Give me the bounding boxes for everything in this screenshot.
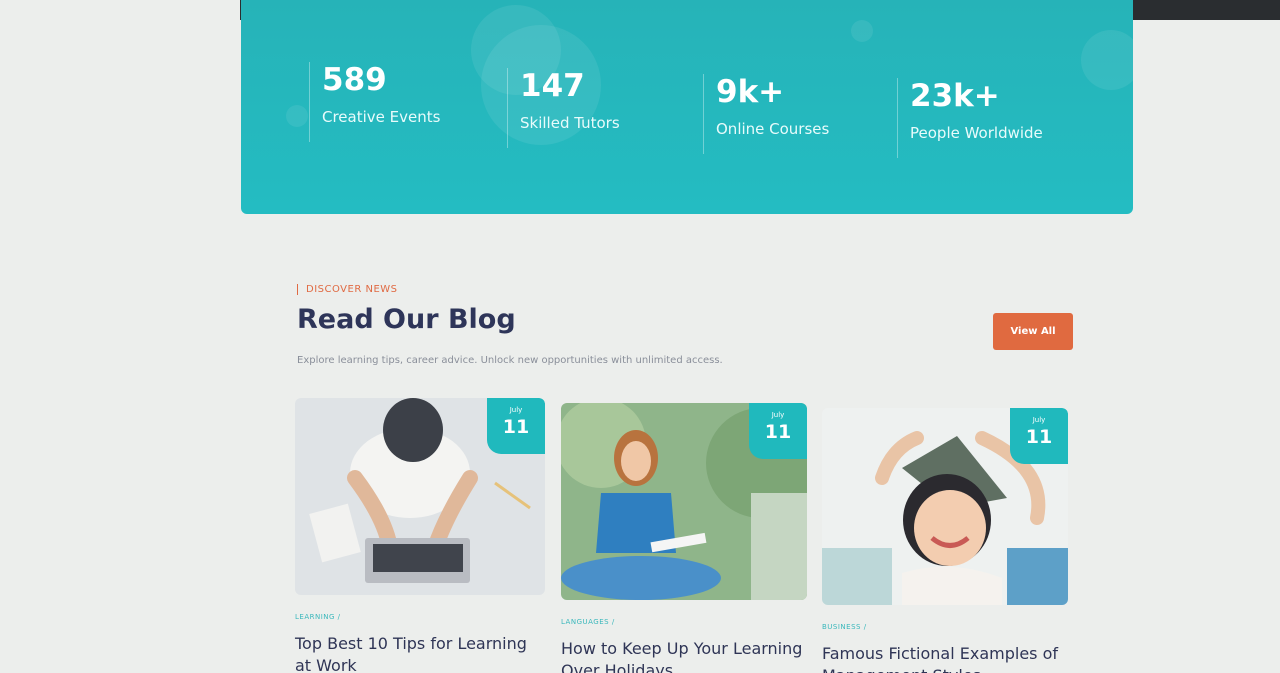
stats-band: 589 Creative Events 147 Skilled Tutors 9…	[241, 0, 1133, 214]
stat-number: 9k+	[716, 74, 785, 110]
blog-card[interactable]: July 11 BUSINESS / Famous Fictional Exam…	[822, 408, 1068, 673]
section-eyebrow: DISCOVER NEWS	[297, 284, 398, 295]
date-month: July	[509, 406, 523, 414]
date-month: July	[771, 411, 785, 419]
post-thumbnail[interactable]: July 11	[295, 398, 545, 595]
stat-label: Online Courses	[716, 120, 830, 138]
post-title[interactable]: How to Keep Up Your Learning Over Holida…	[561, 638, 807, 673]
section-title: Read Our Blog	[297, 304, 516, 335]
date-badge: July 11	[487, 398, 545, 454]
stat-number: 147	[520, 68, 585, 104]
stat-label: People Worldwide	[910, 124, 1043, 142]
date-day: 11	[764, 421, 792, 443]
date-badge: July 11	[1010, 408, 1068, 464]
blog-card[interactable]: July 11 LEARNING / Top Best 10 Tips for …	[295, 398, 545, 673]
view-all-button[interactable]: View All	[993, 313, 1073, 350]
blog-card[interactable]: July 11 LANGUAGES / How to Keep Up Your …	[561, 403, 807, 673]
stat-label: Skilled Tutors	[520, 114, 620, 132]
post-category[interactable]: BUSINESS /	[822, 623, 1068, 631]
post-title[interactable]: Top Best 10 Tips for Learning at Work	[295, 633, 545, 673]
decor-bubble	[851, 20, 873, 42]
stat-number: 23k+	[910, 78, 1000, 114]
date-month: July	[1032, 416, 1046, 424]
stat-people-worldwide: 23k+ People Worldwide	[897, 78, 1043, 158]
decor-bubble	[1081, 30, 1133, 90]
stat-creative-events: 589 Creative Events	[309, 62, 440, 142]
date-day: 11	[502, 416, 530, 438]
post-thumbnail[interactable]: July 11	[561, 403, 807, 600]
stat-number: 589	[322, 62, 387, 98]
stat-online-courses: 9k+ Online Courses	[703, 74, 829, 154]
stat-skilled-tutors: 147 Skilled Tutors	[507, 68, 620, 148]
stat-label: Creative Events	[322, 108, 441, 126]
date-badge: July 11	[749, 403, 807, 459]
section-subtitle: Explore learning tips, career advice. Un…	[297, 355, 723, 366]
decor-bubble	[286, 105, 308, 127]
post-thumbnail[interactable]: July 11	[822, 408, 1068, 605]
date-day: 11	[1025, 426, 1053, 448]
post-title[interactable]: Famous Fictional Examples of Management …	[822, 643, 1068, 673]
post-category[interactable]: LEARNING /	[295, 613, 545, 621]
post-category[interactable]: LANGUAGES /	[561, 618, 807, 626]
